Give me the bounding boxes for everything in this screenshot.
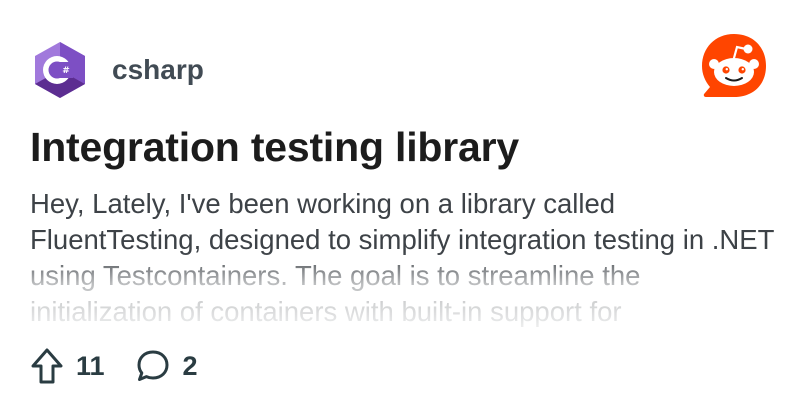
post-body-preview: Hey, Lately, I've been working on a libr… [30,188,774,327]
comment-count: 2 [182,350,198,381]
reddit-snoo-icon[interactable] [698,30,770,102]
svg-text:#: # [62,66,70,76]
upvote-count: 11 [76,350,105,381]
comments-button[interactable]: 2 [135,348,198,384]
subreddit-name[interactable]: csharp [112,54,204,86]
post-title[interactable]: Integration testing library [30,124,519,171]
post-stats: 11 2 [30,346,198,386]
post-header: # csharp [30,40,204,100]
comment-bubble-icon[interactable] [135,348,171,384]
upvote-button[interactable]: 11 [30,347,105,385]
csharp-hexagon-icon[interactable]: # [30,40,90,100]
reddit-post-card[interactable]: # csharp Integration testing library Hey… [0,0,800,419]
upvote-arrow-icon[interactable] [30,347,64,385]
